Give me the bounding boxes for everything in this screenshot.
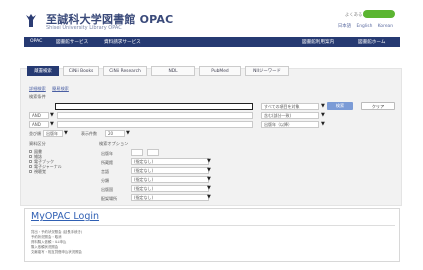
target-select[interactable]: すべての項目を対象 <box>261 103 319 110</box>
chevron-down-icon: ▼ <box>50 121 54 127</box>
library-select[interactable]: (指定なし) <box>131 158 209 165</box>
language-select[interactable]: (指定なし) <box>131 167 209 174</box>
year-from-input[interactable] <box>131 149 143 156</box>
country-select[interactable]: (指定なし) <box>131 185 209 192</box>
breadcrumb: 詳細検索 簡易検索 <box>29 86 74 92</box>
myopac-box: MyOPAC Login 貸出・予約状況照会 (延長手続き) 予約状況照会・取消… <box>24 208 400 262</box>
chevron-down-icon: ▼ <box>64 130 68 136</box>
tab-nii[interactable]: NIIジーワード <box>245 66 289 76</box>
search-panel: 蔵書検索 CiNii Books CiNii Research NDL PubM… <box>20 66 402 206</box>
library-logo-icon <box>26 14 36 27</box>
chevron-down-icon: ▼ <box>126 130 130 136</box>
checkbox[interactable] <box>29 160 32 163</box>
option-label: 言語 <box>101 169 109 174</box>
operator-select-1[interactable]: AND <box>29 112 49 119</box>
chevron-down-icon: ▼ <box>207 185 211 191</box>
tab-cinii-research[interactable]: CiNii Research <box>103 66 147 76</box>
crumb-simple[interactable]: 簡易検索 <box>52 86 69 91</box>
operator-select-2[interactable]: AND <box>29 121 49 128</box>
classification-select[interactable]: (指定なし) <box>131 176 209 183</box>
checkbox[interactable] <box>29 150 32 153</box>
option-label: 所蔵館 <box>101 160 113 165</box>
keyword-input-2[interactable] <box>57 112 253 119</box>
site-header: 至誠科大学図書館 OPAC Shisei University Library … <box>0 0 423 36</box>
search-section-label: 検索条件 <box>29 94 46 99</box>
location-select[interactable]: (指定なし) <box>131 194 209 201</box>
tab-catalog[interactable]: 蔵書検索 <box>27 66 59 76</box>
myopac-item: 文献複写・相互貸借申込状況照会 <box>31 250 82 254</box>
search-options-header: 検索オプション <box>99 141 129 146</box>
tab-pubmed[interactable]: PubMed <box>199 66 241 76</box>
site-subtitle: Shisei University Library OPAC <box>46 25 122 31</box>
chevron-down-icon: ▼ <box>207 167 211 173</box>
lang-en[interactable]: English <box>357 24 373 29</box>
nav-item-guide[interactable]: 図書館利用案内 <box>302 39 334 45</box>
chevron-down-icon: ▼ <box>50 112 54 118</box>
scope-select-1[interactable]: 含む(部分一致) <box>261 112 319 119</box>
sort-label: 並び順 <box>29 131 41 136</box>
display-count-select[interactable]: 20 <box>105 130 125 137</box>
option-label: 出版年 <box>101 151 113 156</box>
display-count-label: 表示件数 <box>81 131 97 136</box>
nav-item-requests[interactable]: 資料請求サービス <box>104 39 141 45</box>
material-option: 視聴覚 <box>34 169 46 174</box>
option-label: 分類 <box>101 178 109 183</box>
opac-window: 至誠科大学図書館 OPAC Shisei University Library … <box>0 0 423 270</box>
checkbox[interactable] <box>29 165 32 168</box>
tab-cinii-books[interactable]: CiNii Books <box>63 66 99 76</box>
nav-item-home[interactable]: 図書館ホーム <box>358 39 385 45</box>
checkbox[interactable] <box>29 170 32 173</box>
lang-ja[interactable]: 日本語 <box>338 24 351 29</box>
main-nav: OPAC 図書館サービス 資料請求サービス 図書館利用案内 図書館ホーム <box>24 37 400 47</box>
myopac-login-link[interactable]: MyOPAC Login <box>31 211 99 222</box>
sort-select[interactable]: 出版年 <box>43 130 63 137</box>
material-type-header: 資料区分 <box>29 141 46 146</box>
nav-item-opac[interactable]: OPAC <box>30 39 42 44</box>
year-to-input[interactable] <box>147 149 159 156</box>
search-button[interactable]: 検索 <box>327 102 353 110</box>
login-button[interactable] <box>363 10 395 18</box>
nav-item-services[interactable]: 図書館サービス <box>56 39 88 45</box>
tab-ndl[interactable]: NDL <box>151 66 195 76</box>
clear-button[interactable]: クリア <box>361 102 395 110</box>
chevron-down-icon: ▼ <box>207 176 211 182</box>
scope-select-2[interactable]: 出版年（以降） <box>261 121 319 128</box>
keyword-input-3[interactable] <box>57 121 253 128</box>
lang-ko[interactable]: Korean <box>378 24 393 29</box>
chevron-down-icon: ▼ <box>321 121 325 127</box>
chevron-down-icon: ▼ <box>207 158 211 164</box>
language-switch: 日本語 English Korean <box>334 23 393 29</box>
keyword-input[interactable] <box>55 103 253 110</box>
option-label: 配架場所 <box>101 196 117 201</box>
chevron-down-icon: ▼ <box>321 112 325 118</box>
chevron-down-icon: ▼ <box>207 194 211 200</box>
crumb-advanced[interactable]: 詳細検索 <box>29 86 46 91</box>
option-label: 出版国 <box>101 187 113 192</box>
checkbox[interactable] <box>29 155 32 158</box>
divider <box>31 225 395 226</box>
